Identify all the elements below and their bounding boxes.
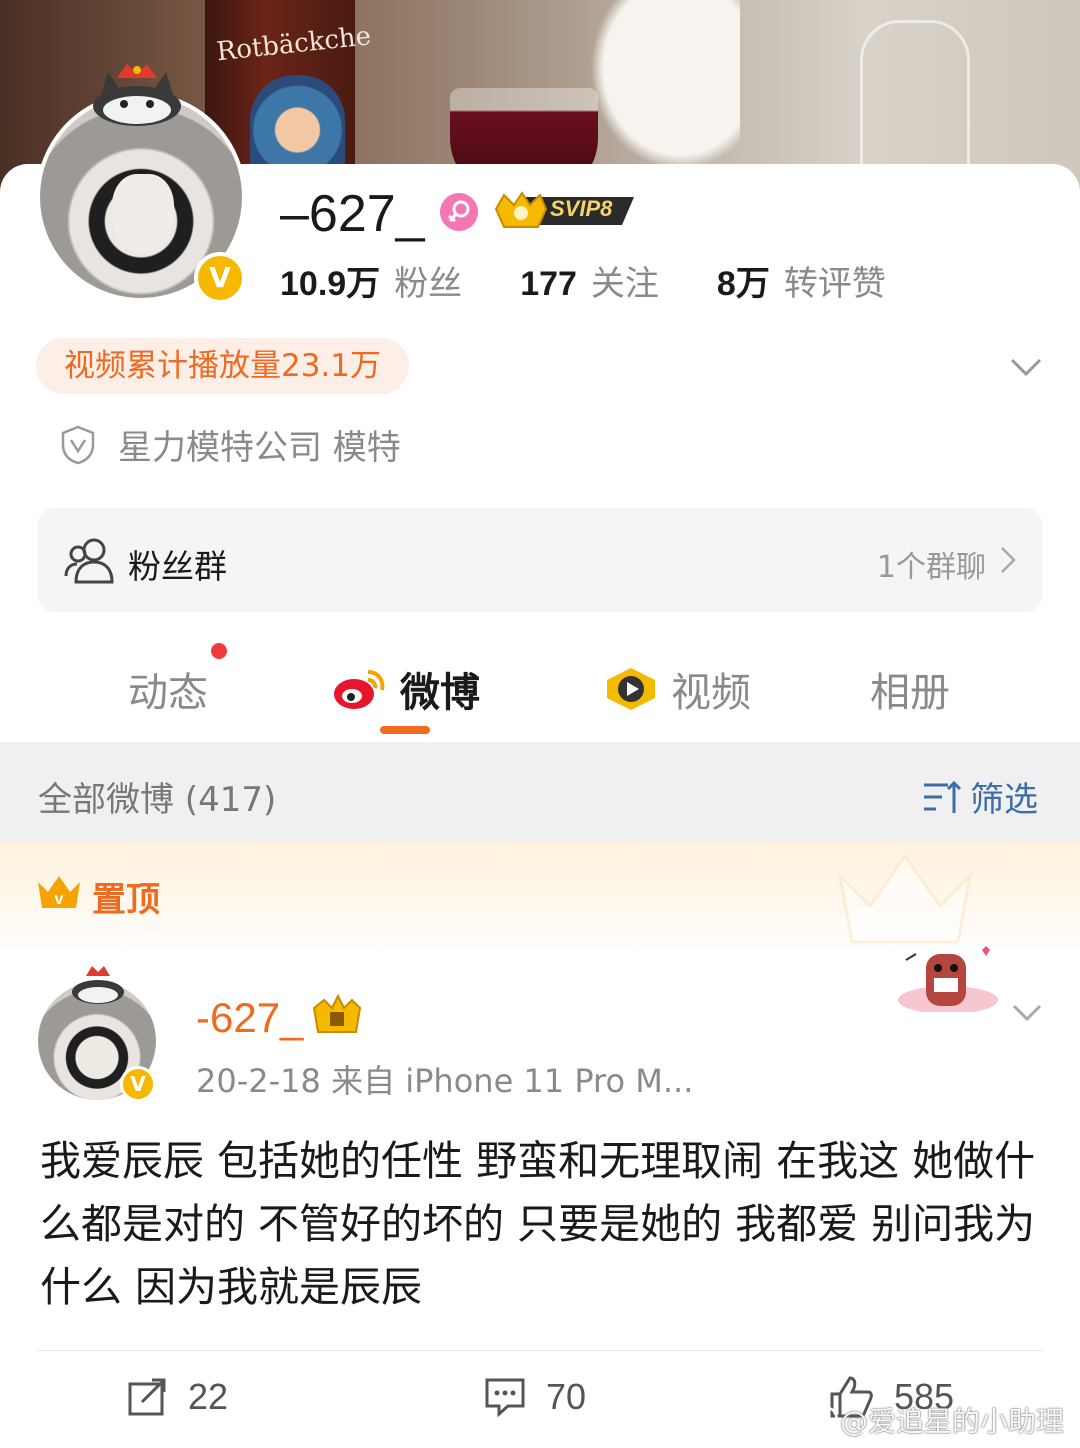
repost-icon [128,1378,166,1416]
fans-group-label: 粉丝群 [128,547,227,586]
profile-stats: 10.9万 粉丝 177 关注 8万 转评赞 [280,256,944,305]
group-users-icon [64,538,114,584]
filter-label: 筛选 [970,780,1038,820]
cat-crown-decoration-icon [72,966,124,1004]
repost-count: 22 [188,1376,229,1417]
banner-cat [590,0,740,170]
domo-sticker-icon [898,946,998,1012]
tab-activity[interactable]: 动态 [128,660,208,718]
stat-label: 粉丝 [394,264,463,304]
active-tab-indicator [380,726,430,734]
shield-verified-icon [61,425,95,464]
profile-username: –627_ [280,185,425,243]
chevron-down-icon[interactable] [1008,348,1044,384]
verified-badge-icon: V [194,252,246,304]
repost-button[interactable]: 22 [128,1376,228,1418]
avatar-face [112,174,174,252]
feed-filter-bar: 全部微博 (417) 筛选 [0,742,1080,842]
stat-value: 8万 [716,265,770,303]
video-play-count-pill[interactable]: 视频累计播放量23.1万 [36,338,410,394]
weibo-watermark: @爱追星的小助理 [800,1400,1064,1440]
post-verified-badge-icon: V [120,1066,156,1102]
post-divider [38,1350,1042,1351]
comment-count: 70 [546,1376,587,1417]
stat-following[interactable]: 177 关注 [520,256,659,305]
tab-weibo[interactable]: 微博 [332,660,480,718]
svg-text:v: v [55,891,64,908]
fans-group-count: 1个群聊 [876,550,986,585]
tab-video[interactable]: 视频 [603,660,751,718]
notification-dot [211,643,227,659]
post-username[interactable]: -627_ [196,994,303,1042]
tab-video-label: 视频 [671,670,751,716]
comment-button[interactable]: 70 [484,1376,586,1418]
profile-tabs: 动态 微博 视频 相册 [0,640,1080,740]
comment-icon [485,1378,525,1417]
chevron-right-icon [1001,547,1016,573]
stat-value: 177 [520,265,577,303]
stat-interactions[interactable]: 8万 转评赞 [717,256,886,305]
stat-followers[interactable]: 10.9万 粉丝 [280,256,462,305]
pinned-label: 置顶 [92,880,160,920]
chevron-down-icon[interactable] [1010,994,1044,1028]
post-body-text: 我爱辰辰 包括她的任性 野蛮和无理取闹 在我这 她做什么都是对的 不管好的坏的 … [40,1137,1036,1311]
crown-icon: v [38,876,80,908]
all-weibo-count[interactable]: 全部微博 (417) [38,772,276,821]
fans-group-row[interactable]: 粉丝群 1个群聊 [38,508,1042,612]
organization-row: 星力模特公司 模特 [60,420,401,469]
stat-label: 关注 [590,264,659,304]
weibo-logo-icon [334,670,385,709]
svip-crown-small-icon [312,994,362,1033]
female-gender-icon [440,193,478,231]
svip-label: SVIP8 [550,196,613,221]
stat-label: 转评赞 [783,264,886,304]
filter-button[interactable]: 筛选 [922,772,1038,821]
weibo-watermark-icon [800,1406,838,1436]
stat-value: 10.9万 [280,265,381,303]
banner-bottle-portrait [250,75,345,175]
tab-weibo-label: 微博 [400,670,480,716]
tab-album[interactable]: 相册 [870,660,950,718]
watermark-text: @爱追星的小助理 [840,1405,1065,1438]
crown-watermark-icon [837,853,973,944]
filter-sort-icon [924,780,962,813]
cat-crown-avatar-decoration-icon [93,64,181,126]
video-play-icon [607,668,655,710]
post-meta: 20-2-18 来自 iPhone 11 Pro M... [196,1062,694,1100]
organization-text: 星力模特公司 模特 [118,428,401,468]
svip-level-badge[interactable]: SVIP8 [494,191,639,231]
pinned-header: v 置顶 [0,842,1080,952]
